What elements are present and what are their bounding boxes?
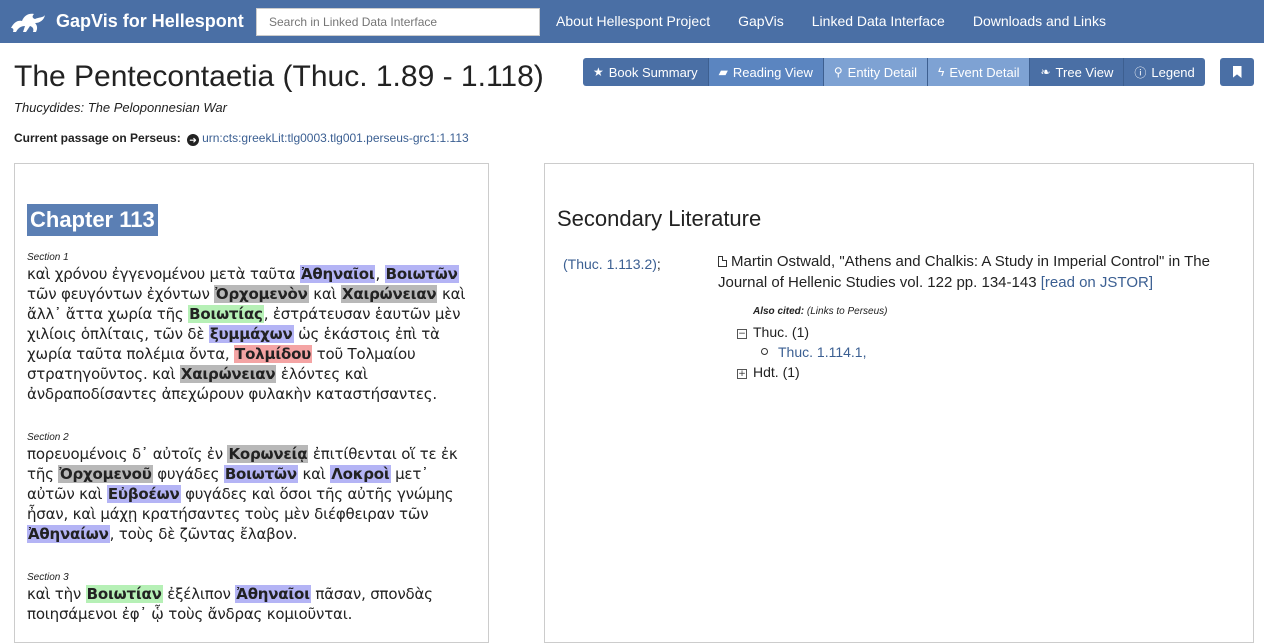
section-1: Section 1 καὶ χρόνου ἐγγενομένου μετὰ τα… (27, 252, 477, 404)
entity-highlight[interactable]: Ἀθηναῖοι (235, 585, 311, 603)
entity-highlight[interactable]: Λοκροὶ (330, 465, 391, 483)
section-text: πορευομένοις δ᾽ αὐτοῖς ἐν Κορωνείᾳ ἐπιτί… (27, 444, 477, 544)
section-2: Section 2 πορευομένοις δ᾽ αὐτοῖς ἐν Κορω… (27, 432, 477, 544)
event-detail-button[interactable]: ϟ Event Detail (928, 58, 1031, 86)
page-title: The Pentecontaetia (Thuc. 1.89 - 1.118) (14, 60, 544, 93)
text-span: τῶν φευγόντων ἐχόντων (27, 285, 215, 303)
text-span: καὶ (297, 465, 331, 483)
current-passage: Current passage on Perseus: ➜ urn:cts:gre… (14, 131, 469, 146)
entity-highlight[interactable]: Βοιωτῶν (223, 465, 298, 483)
chapter-title: Chapter 113 (27, 204, 158, 236)
reading-view-label: Reading View (732, 64, 813, 80)
entity-highlight[interactable]: Τολμίδου (234, 345, 313, 363)
bookmark-button[interactable] (1220, 58, 1254, 86)
tree-view-button[interactable]: ❧ Tree View (1030, 58, 1125, 86)
section-label: Section 2 (27, 432, 69, 443)
arrow-circle-right-icon: ➜ (187, 134, 200, 146)
text-span: πορευομένοις δ᾽ αὐτοῖς ἐν (27, 445, 228, 463)
cited-group-label: Thuc. (1) (753, 324, 810, 340)
passage-reference: (Thuc. 1.113.2); (563, 256, 661, 272)
text-span: , (375, 265, 385, 283)
current-passage-link[interactable]: urn:cts:greekLit:tlg0003.tlg001.perseus-… (202, 131, 469, 145)
event-detail-label: Event Detail (949, 64, 1020, 80)
also-cited-note: (Links to Perseus) (806, 306, 888, 317)
section-label: Section 1 (27, 252, 69, 263)
text-span: , τοὺς δὲ ζῶντας ἔλαβον. (109, 525, 298, 543)
jstor-link[interactable]: [read on JSTOR] (1041, 274, 1153, 291)
book-subtitle: Thucydides: The Peloponnesian War (14, 100, 227, 115)
entity-highlight[interactable]: ξυμμάχων (208, 325, 294, 343)
tree-view-label: Tree View (1055, 64, 1114, 80)
file-icon (718, 256, 727, 267)
legend-button[interactable]: ⓘ Legend (1124, 58, 1205, 86)
entity-highlight[interactable]: Χαιρώνειαν (341, 285, 438, 303)
entity-highlight[interactable]: Χαιρώνειαν (179, 365, 277, 383)
book-summary-button[interactable]: ★ Book Summary (583, 58, 709, 86)
nav-link-gapvis[interactable]: GapVis (724, 0, 798, 43)
section-3: Section 3 καὶ τὴν Βοιωτίαν ἐξέλιπον Ἀθην… (27, 572, 477, 624)
nav-links: About Hellespont Project GapVis Linked D… (542, 0, 1120, 43)
entity-highlight[interactable]: Βοιωτίαν (85, 585, 163, 603)
nav-link-downloads[interactable]: Downloads and Links (959, 0, 1120, 43)
entity-highlight[interactable]: Ἀθηναίων (27, 525, 110, 543)
cited-group-label: Hdt. (1) (753, 364, 800, 380)
brand-title[interactable]: GapVis for Hellespont (56, 11, 244, 32)
view-button-group: ★ Book Summary ▰ Reading View ⚲ Entity Deta… (583, 58, 1205, 86)
text-span: καὶ χρόνου ἐγγενομένου μετὰ ταῦτα (27, 265, 300, 283)
literature-entry: Martin Ostwald, "Athens and Chalkis: A S… (718, 251, 1248, 293)
star-icon: ★ (593, 65, 604, 79)
section-text: καὶ τὴν Βοιωτίαν ἐξέλιπον Ἀθηναῖοι πᾶσαν… (27, 584, 477, 624)
also-cited-label: Also cited: (753, 306, 805, 317)
cited-item: Thuc. 1.114.1, (761, 344, 866, 360)
nav-link-linked-data[interactable]: Linked Data Interface (798, 0, 959, 43)
section-text: καὶ χρόνου ἐγγενομένου μετὰ ταῦτα Ἀθηναῖ… (27, 264, 477, 404)
entity-highlight[interactable]: Βοιωτίας (188, 305, 264, 323)
search-input[interactable] (256, 8, 540, 36)
collapse-icon[interactable]: − (737, 329, 747, 339)
text-span: καὶ τὴν (27, 585, 86, 603)
secondary-literature-title: Secondary Literature (557, 206, 762, 231)
cited-group-thuc[interactable]: − Thuc. (1) (737, 324, 809, 340)
leaf-icon: ❧ (1040, 65, 1051, 79)
entity-highlight[interactable]: Βοιωτῶν (384, 265, 459, 283)
expand-icon[interactable]: + (737, 369, 747, 379)
cited-group-hdt[interactable]: + Hdt. (1) (737, 364, 800, 380)
text-span: φυγάδες (152, 465, 224, 483)
info-icon: ⓘ (1134, 65, 1147, 80)
current-passage-label: Current passage on Perseus: (14, 131, 181, 145)
secondary-literature-panel: Secondary Literature (Thuc. 1.113.2); Ma… (544, 163, 1254, 643)
nav-link-about[interactable]: About Hellespont Project (542, 0, 724, 43)
bullet-icon (761, 348, 768, 355)
legend-label: Legend (1151, 64, 1195, 80)
section-label: Section 3 (27, 572, 69, 583)
map-marker-icon: ⚲ (833, 65, 843, 79)
text-span: ἐξέλιπον (162, 585, 236, 603)
book-summary-label: Book Summary (608, 64, 698, 80)
passage-reference-link[interactable]: (Thuc. 1.113.2) (563, 256, 657, 272)
entity-highlight[interactable]: Ὀρχομενὸν (214, 285, 309, 303)
reading-panel[interactable]: Chapter 113 Section 1 καὶ χρόνου ἐγγενομ… (14, 163, 489, 643)
griffin-logo-icon[interactable] (8, 8, 48, 36)
text-span: καὶ (308, 285, 342, 303)
book-icon: ▰ (718, 65, 728, 79)
bookmark-icon (1232, 66, 1242, 78)
entity-highlight[interactable]: Εὐβοέων (106, 485, 181, 503)
also-cited: Also cited: (Links to Perseus) (753, 306, 888, 317)
entity-detail-button[interactable]: ⚲ Entity Detail (823, 58, 929, 86)
entity-highlight[interactable]: Ἀθηναῖοι (299, 265, 376, 283)
passage-reference-suffix: ; (656, 256, 661, 272)
top-navbar: GapVis for Hellespont About Hellespont P… (0, 0, 1264, 43)
entity-highlight[interactable]: Κορωνείᾳ (227, 445, 309, 463)
entity-detail-label: Entity Detail (847, 64, 918, 80)
bolt-icon: ϟ (938, 65, 945, 79)
cited-item-link[interactable]: Thuc. 1.114.1, (778, 344, 866, 360)
entity-highlight[interactable]: Ὀρχομενοῦ (58, 465, 153, 483)
reading-view-button[interactable]: ▰ Reading View (708, 58, 824, 86)
